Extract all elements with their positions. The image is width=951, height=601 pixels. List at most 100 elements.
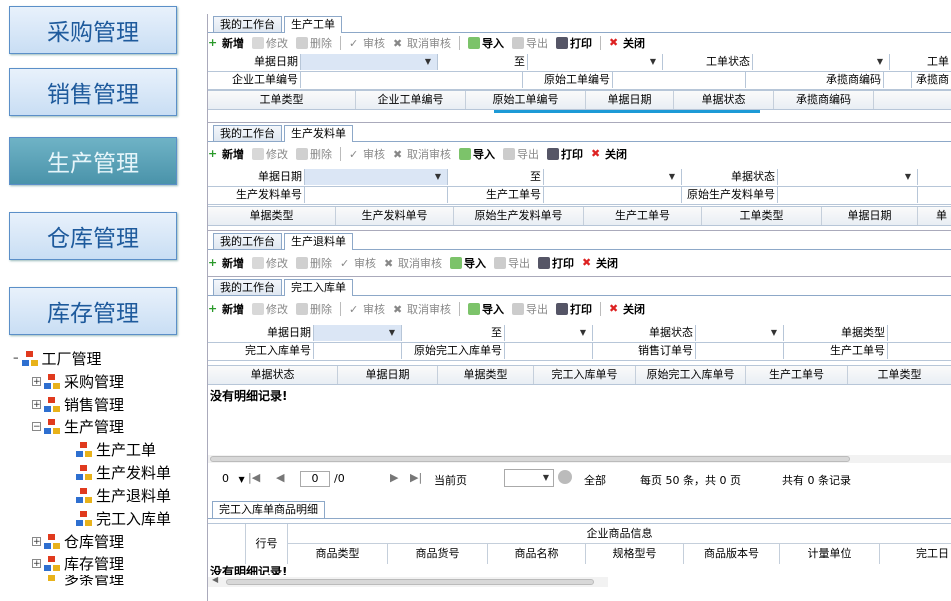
column-header[interactable]: 完工日 (880, 544, 951, 564)
column-header[interactable]: 工单类型 (702, 207, 822, 225)
unaudit-button[interactable]: ✖ 取消审核 (393, 146, 451, 162)
page-size-select[interactable]: 0 ▼ (222, 472, 245, 485)
column-header[interactable]: 单 (918, 207, 951, 225)
edit-button[interactable]: 修改 (252, 35, 288, 51)
column-header[interactable]: 单据状态 (674, 91, 774, 109)
column-header[interactable]: 生产工单号 (584, 207, 702, 225)
add-button[interactable]: + 新增 (208, 146, 244, 162)
next-page-icon[interactable]: ▶ (390, 471, 398, 484)
row-no-header[interactable]: 行号 (246, 524, 288, 564)
wo-no-input[interactable] (544, 187, 682, 203)
date-from-input[interactable]: ▼ (301, 54, 438, 70)
export-button[interactable]: 导出 (494, 255, 530, 271)
tab-material-issue[interactable]: 生产发料单 (284, 125, 353, 142)
status-select[interactable]: ▼ (696, 325, 784, 341)
tab-workbench[interactable]: 我的工作台 (213, 279, 282, 295)
sales-no-input[interactable] (696, 343, 784, 359)
print-button[interactable]: 打印 (556, 301, 592, 317)
tab-detail[interactable]: 完工入库单商品明细 (212, 501, 325, 518)
tab-material-return[interactable]: 生产退料单 (284, 233, 353, 250)
collapse-icon[interactable]: − (32, 422, 41, 432)
delete-button[interactable]: 删除 (296, 301, 332, 317)
status-select[interactable]: ▼ (778, 169, 918, 185)
nav-purchase-button[interactable]: 采购管理 (9, 6, 177, 54)
delete-button[interactable]: 删除 (296, 146, 332, 162)
audit-button[interactable]: ✓ 审核 (349, 301, 385, 317)
column-header[interactable]: 企业工单编号 (356, 91, 466, 109)
tree-node-material-issue[interactable]: 生产发料单 (76, 462, 171, 483)
edit-button[interactable]: 修改 (252, 146, 288, 162)
unaudit-button[interactable]: ✖ 取消审核 (393, 301, 451, 317)
export-button[interactable]: 导出 (503, 146, 539, 162)
edit-button[interactable]: 修改 (252, 255, 288, 271)
tree-node-cutoff[interactable]: 多条管理 (32, 575, 124, 587)
nav-warehouse-button[interactable]: 仓库管理 (9, 212, 177, 260)
tree-node-material-return[interactable]: 生产退料单 (76, 485, 171, 506)
tree-node-production[interactable]: − 生产管理 (32, 416, 124, 437)
add-button[interactable]: + 新增 (208, 35, 244, 51)
orig-comp-input[interactable] (505, 343, 593, 359)
status-select[interactable]: ▼ (753, 54, 890, 70)
nav-inventory-button[interactable]: 库存管理 (9, 287, 177, 335)
column-header[interactable]: 承 (874, 91, 951, 109)
all-button[interactable]: 全部 (584, 472, 606, 488)
tab-workbench[interactable]: 我的工作台 (213, 16, 282, 32)
column-header[interactable]: 单据状态 (208, 366, 338, 384)
scroll-left-icon[interactable]: ◀ (212, 575, 218, 584)
print-button[interactable]: 打印 (538, 255, 574, 271)
close-button[interactable]: ✖ 关闭 (609, 35, 645, 51)
orig-no-input[interactable] (613, 72, 746, 88)
nav-sales-button[interactable]: 销售管理 (9, 68, 177, 116)
close-button[interactable]: ✖ 关闭 (591, 146, 627, 162)
column-header[interactable]: 原始工单编号 (466, 91, 586, 109)
detail-scrollbar[interactable]: ◀ (208, 575, 608, 587)
column-header[interactable]: 商品货号 (388, 544, 488, 564)
audit-button[interactable]: ✓ 审核 (349, 146, 385, 162)
import-button[interactable]: 导入 (450, 255, 486, 271)
column-header[interactable]: 工单类型 (208, 91, 356, 109)
prev-page-icon[interactable]: ◀ (276, 471, 284, 484)
column-header[interactable]: 商品名称 (488, 544, 586, 564)
tree-node-work-order[interactable]: 生产工单 (76, 439, 156, 460)
tree-node-sales[interactable]: + 销售管理 (32, 394, 124, 415)
first-page-icon[interactable]: |◀ (248, 471, 260, 484)
date-from-input[interactable]: ▼ (314, 325, 402, 341)
column-header[interactable]: 单据日期 (822, 207, 918, 225)
expand-icon[interactable]: + (32, 537, 41, 547)
column-header[interactable]: 生产发料单号 (336, 207, 454, 225)
edit-button[interactable]: 修改 (252, 301, 288, 317)
scrollbar-thumb[interactable] (210, 456, 850, 462)
nav-production-button[interactable]: 生产管理 (9, 137, 177, 185)
scrollbar-thumb[interactable] (226, 579, 594, 585)
wo-no-input[interactable] (888, 343, 951, 359)
column-header[interactable]: 单据类型 (208, 207, 336, 225)
ent-no-input[interactable] (301, 72, 523, 88)
scrollbar[interactable] (208, 455, 951, 463)
column-header[interactable]: 单据日期 (338, 366, 438, 384)
tree-node-completion[interactable]: 完工入库单 (76, 508, 171, 529)
export-button[interactable]: 导出 (512, 35, 548, 51)
add-button[interactable]: + 新增 (208, 255, 244, 271)
column-header[interactable]: 商品类型 (288, 544, 388, 564)
date-to-input[interactable]: ▼ (528, 54, 663, 70)
refresh-icon[interactable] (558, 470, 572, 484)
delete-button[interactable]: 删除 (296, 255, 332, 271)
audit-button[interactable]: ✓ 审核 (340, 255, 376, 271)
unaudit-button[interactable]: ✖ 取消审核 (393, 35, 451, 51)
orig-issue-input[interactable] (778, 187, 918, 203)
supplier-input[interactable] (884, 72, 912, 88)
date-to-input[interactable]: ▼ (505, 325, 593, 341)
tab-workbench[interactable]: 我的工作台 (213, 125, 282, 141)
expand-icon[interactable]: + (32, 400, 41, 410)
column-header[interactable]: 生产工单号 (746, 366, 848, 384)
column-header[interactable]: 完工入库单号 (534, 366, 636, 384)
tree-node-factory[interactable]: ⁃ 工厂管理 (12, 348, 102, 369)
audit-button[interactable]: ✓ 审核 (349, 35, 385, 51)
column-header[interactable]: 工单类型 (848, 366, 951, 384)
tree-node-inventory[interactable]: + 库存管理 (32, 553, 124, 574)
tab-work-order[interactable]: 生产工单 (284, 16, 342, 33)
expand-icon[interactable]: + (32, 559, 41, 569)
last-page-icon[interactable]: ▶| (410, 471, 422, 484)
import-button[interactable]: 导入 (468, 35, 504, 51)
tab-completion[interactable]: 完工入库单 (284, 279, 353, 296)
